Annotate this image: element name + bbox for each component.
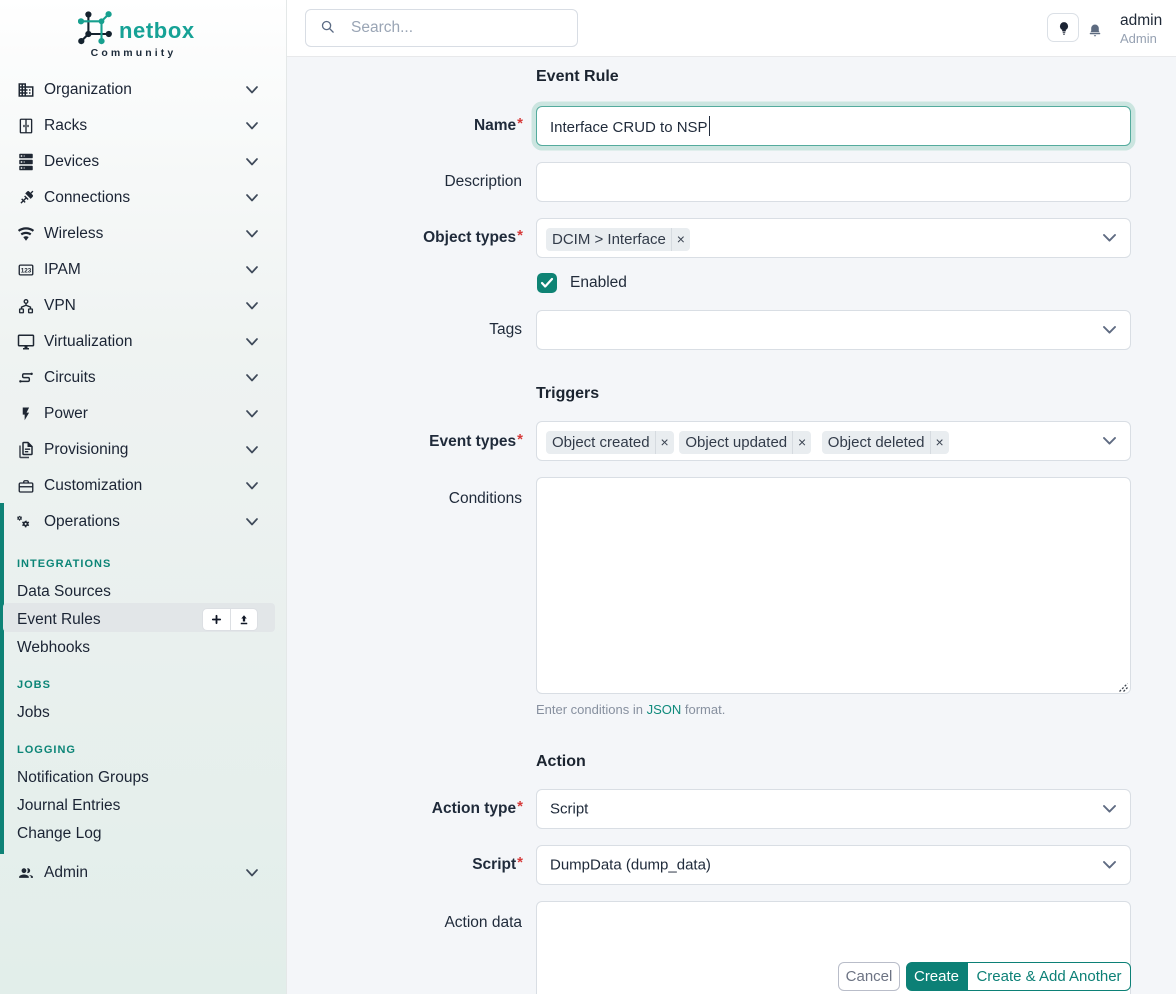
svg-text:123: 123 <box>21 268 32 275</box>
